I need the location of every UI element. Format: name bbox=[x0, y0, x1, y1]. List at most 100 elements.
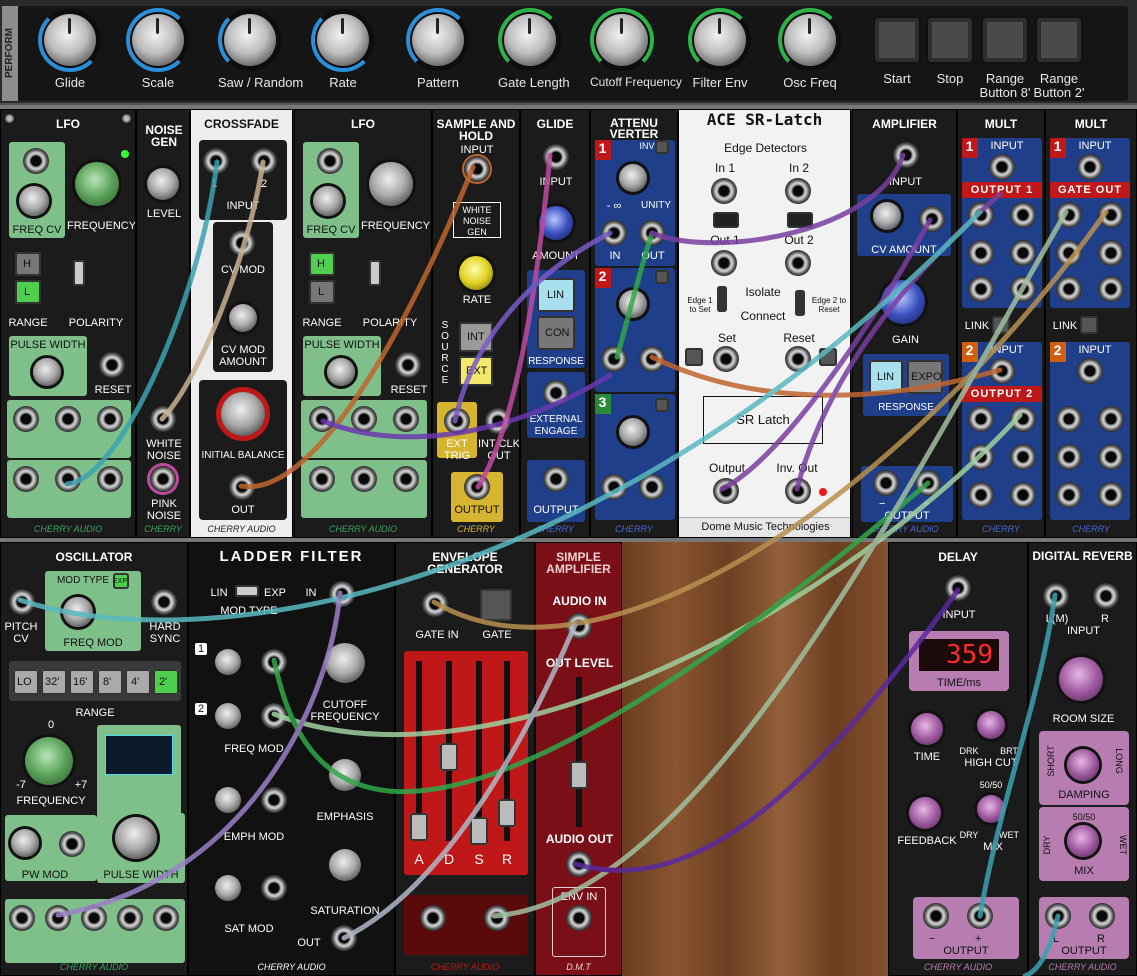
output-jack[interactable] bbox=[543, 466, 569, 492]
reset-jack[interactable] bbox=[395, 352, 421, 378]
emph-mod-jack[interactable] bbox=[261, 787, 287, 813]
input-jack[interactable] bbox=[543, 144, 569, 170]
level-knob-3[interactable] bbox=[619, 418, 647, 446]
ramp-down-out-jack[interactable] bbox=[55, 466, 81, 492]
stop-button-control[interactable]: Stop bbox=[925, 6, 975, 86]
sine-out-jack[interactable] bbox=[97, 406, 123, 432]
level-knob-2[interactable] bbox=[619, 290, 647, 318]
filter-env-knob-control[interactable]: Filter Env bbox=[688, 6, 752, 90]
mult2-out-1b[interactable] bbox=[1098, 202, 1124, 228]
freq-mod-knob[interactable] bbox=[63, 597, 93, 627]
lin-button[interactable]: LIN bbox=[869, 360, 903, 394]
mult2-out-2b[interactable] bbox=[1098, 406, 1124, 432]
input-2-jack[interactable] bbox=[251, 148, 277, 174]
input-jack[interactable] bbox=[893, 142, 919, 168]
input-jack[interactable] bbox=[464, 156, 490, 182]
gate-length-knob[interactable] bbox=[498, 8, 562, 72]
mult1-out-2f[interactable] bbox=[1010, 482, 1036, 508]
sat-mod-knob[interactable] bbox=[215, 875, 241, 901]
range-h-button[interactable]: H bbox=[309, 252, 335, 276]
mult2-out-2f[interactable] bbox=[1098, 482, 1124, 508]
range-2-button[interactable]: 2' bbox=[153, 669, 179, 695]
ramp-up-out-jack[interactable] bbox=[309, 466, 335, 492]
range-8-button[interactable]: 8' bbox=[97, 669, 123, 695]
expo-button[interactable]: EXPO bbox=[907, 360, 943, 394]
out-1-jack[interactable] bbox=[711, 250, 737, 276]
saturation-knob[interactable] bbox=[329, 849, 361, 881]
damping-knob[interactable] bbox=[1067, 749, 1099, 781]
high-cut-knob[interactable] bbox=[977, 711, 1005, 739]
range-l-button[interactable]: L bbox=[15, 280, 41, 304]
edge-2-switch[interactable] bbox=[787, 212, 813, 228]
emphasis-knob[interactable] bbox=[329, 759, 361, 791]
mult1-out-1b[interactable] bbox=[1010, 202, 1036, 228]
inv-button-1[interactable] bbox=[655, 140, 669, 154]
osc-freq-knob-control[interactable]: Osc Freq bbox=[778, 6, 842, 90]
freq-mod-1-knob[interactable] bbox=[215, 649, 241, 675]
release-slider[interactable] bbox=[498, 799, 516, 827]
range-32-button[interactable]: 32' bbox=[41, 669, 67, 695]
decay-slider[interactable] bbox=[440, 743, 458, 771]
level-knob[interactable] bbox=[147, 168, 179, 200]
saw-random-knob[interactable] bbox=[218, 8, 276, 72]
pw-mod-jack[interactable] bbox=[59, 831, 85, 857]
random-out-jack[interactable] bbox=[351, 406, 377, 432]
mult1-out-1c[interactable] bbox=[968, 240, 994, 266]
level-knob-1[interactable] bbox=[619, 164, 647, 192]
range-2-button[interactable] bbox=[1037, 18, 1081, 62]
output-jack[interactable] bbox=[464, 474, 490, 500]
link-button-2[interactable] bbox=[1080, 316, 1098, 334]
stop-button[interactable] bbox=[928, 18, 972, 62]
scale-knob[interactable] bbox=[126, 8, 190, 72]
sat-mod-jack[interactable] bbox=[261, 875, 287, 901]
out-jack[interactable] bbox=[331, 925, 357, 951]
polarity-switch[interactable] bbox=[369, 260, 381, 286]
osc-out-jack-3[interactable] bbox=[81, 905, 107, 931]
in-jack-2[interactable] bbox=[601, 346, 627, 372]
mult1-out-2a[interactable] bbox=[968, 406, 994, 432]
mult1-out-1f[interactable] bbox=[1010, 276, 1036, 302]
audio-out-jack[interactable] bbox=[566, 851, 592, 877]
filter-env-knob[interactable] bbox=[688, 8, 752, 72]
exp-button[interactable]: EXP bbox=[113, 573, 129, 589]
freq-cv-jack[interactable] bbox=[317, 148, 343, 174]
osc-out-jack-4[interactable] bbox=[117, 905, 143, 931]
frequency-knob[interactable] bbox=[369, 162, 413, 206]
range-16-button[interactable]: 16' bbox=[69, 669, 95, 695]
mult2-out-2a[interactable] bbox=[1056, 406, 1082, 432]
mult2-out-1f[interactable] bbox=[1098, 276, 1124, 302]
freq-mod-2-knob[interactable] bbox=[215, 703, 241, 729]
mult2-out-2c[interactable] bbox=[1056, 444, 1082, 470]
in-1-jack[interactable] bbox=[711, 178, 737, 204]
glide-knob[interactable] bbox=[38, 8, 102, 72]
mult1-out-2c[interactable] bbox=[968, 444, 994, 470]
out-jack-3[interactable] bbox=[639, 474, 665, 500]
range-h-button[interactable]: H bbox=[15, 252, 41, 276]
range-4-button[interactable]: 4' bbox=[125, 669, 151, 695]
out-level-slider[interactable] bbox=[570, 761, 588, 789]
perform-tab[interactable]: PERFORM bbox=[2, 6, 18, 101]
output-plus-jack[interactable] bbox=[915, 470, 941, 496]
in-2-jack[interactable] bbox=[785, 178, 811, 204]
mult1-out-1d[interactable] bbox=[1010, 240, 1036, 266]
square-out-jack[interactable] bbox=[309, 406, 335, 432]
set-button[interactable] bbox=[685, 348, 703, 366]
attack-slider[interactable] bbox=[410, 813, 428, 841]
triangle-out-jack[interactable] bbox=[97, 466, 123, 492]
in-jack[interactable] bbox=[329, 581, 355, 607]
input-l-jack[interactable] bbox=[1043, 583, 1069, 609]
mix-knob[interactable] bbox=[977, 795, 1005, 823]
mod-type-switch[interactable] bbox=[235, 585, 259, 597]
mult2-out-1a[interactable] bbox=[1056, 202, 1082, 228]
input-jack-1[interactable] bbox=[989, 154, 1015, 180]
mult1-out-2d[interactable] bbox=[1010, 444, 1036, 470]
osc-out-jack-5[interactable] bbox=[153, 905, 179, 931]
mult2-out-1c[interactable] bbox=[1056, 240, 1082, 266]
out-jack-1[interactable] bbox=[639, 220, 665, 246]
start-button-control[interactable]: Start bbox=[872, 6, 922, 86]
output-plus-jack[interactable] bbox=[967, 903, 993, 929]
output-r-jack[interactable] bbox=[1089, 903, 1115, 929]
rate-knob[interactable] bbox=[459, 256, 493, 290]
env-in-jack[interactable] bbox=[566, 905, 592, 931]
edge-1-switch[interactable] bbox=[713, 212, 739, 228]
